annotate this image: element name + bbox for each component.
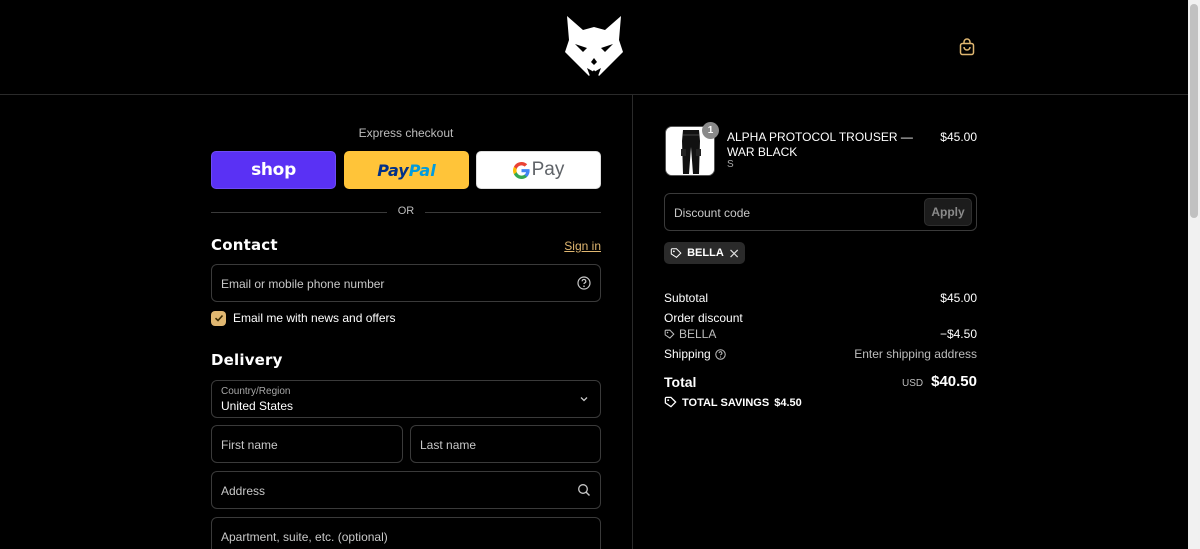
product-variant: S xyxy=(727,159,734,170)
help-icon[interactable] xyxy=(714,348,726,360)
last-name-field[interactable]: Last name xyxy=(410,425,601,463)
first-name-field[interactable]: First name xyxy=(211,425,403,463)
chevron-down-icon xyxy=(580,397,588,402)
quantity-badge: 1 xyxy=(702,122,719,139)
news-checkbox-row[interactable]: Email me with news and offers xyxy=(211,310,396,326)
apartment-field[interactable]: Apartment, suite, etc. (optional) xyxy=(211,517,601,549)
scrollbar-thumb[interactable] xyxy=(1190,4,1198,218)
sign-in-link[interactable]: Sign in xyxy=(560,239,601,253)
total-amount: $40.50 xyxy=(931,373,977,390)
contact-title: Contact xyxy=(211,236,278,254)
total-currency: USD xyxy=(902,378,924,389)
subtotal-label: Subtotal xyxy=(664,291,709,305)
or-label: OR xyxy=(397,205,415,217)
google-pay-button[interactable]: Pay xyxy=(476,151,601,189)
help-icon[interactable] xyxy=(577,276,591,290)
express-checkout-label: Express checkout xyxy=(358,126,454,140)
delivery-title: Delivery xyxy=(211,351,283,369)
shipping-row: Shipping Enter shipping address xyxy=(664,347,977,361)
country-select[interactable]: Country/Region United States xyxy=(211,380,601,418)
email-field[interactable]: Email or mobile phone number xyxy=(211,264,601,302)
tag-icon xyxy=(664,329,675,339)
apartment-placeholder: Apartment, suite, etc. (optional) xyxy=(221,530,388,544)
discount-code-field[interactable]: Discount code Apply xyxy=(664,193,977,231)
country-label: Country/Region xyxy=(221,386,291,397)
discount-placeholder: Discount code xyxy=(674,206,751,220)
shop-pay-button[interactable]: shop xyxy=(211,151,336,189)
subtotal-row: Subtotal $45.00 xyxy=(664,291,977,305)
paypal-button[interactable]: PayPal xyxy=(344,151,469,189)
product-price: $45.00 xyxy=(940,130,977,144)
last-name-placeholder: Last name xyxy=(420,438,477,452)
paypal-label: PayPal xyxy=(377,160,436,180)
product-name: ALPHA PROTOCOL TROUSER — WAR BLACK xyxy=(727,130,913,159)
search-icon xyxy=(578,484,590,496)
page-scrollbar[interactable] xyxy=(1188,0,1200,549)
column-divider xyxy=(632,95,633,549)
tag-icon xyxy=(664,396,677,408)
total-savings: TOTAL SAVINGS $4.50 xyxy=(664,396,802,409)
shopping-bag-icon[interactable] xyxy=(958,38,976,56)
first-name-placeholder: First name xyxy=(221,438,278,452)
check-icon xyxy=(214,314,223,322)
site-header xyxy=(0,0,1188,95)
applied-discount-chip: BELLA xyxy=(664,242,745,264)
country-value: United States xyxy=(221,399,294,413)
savings-label: TOTAL SAVINGS xyxy=(682,396,770,409)
order-discount-label: Order discount xyxy=(664,311,743,325)
discount-code-tag: BELLA xyxy=(664,327,977,341)
discount-code-row: BELLA −$4.50 xyxy=(664,327,977,341)
wolf-head-logo[interactable] xyxy=(563,14,625,78)
tag-icon xyxy=(670,247,682,258)
total-label: Total xyxy=(664,374,697,390)
savings-value: $4.50 xyxy=(774,396,802,409)
or-separator: OR xyxy=(211,205,601,219)
address-placeholder: Address xyxy=(221,484,266,498)
news-checkbox-label: Email me with news and offers xyxy=(233,311,396,325)
apply-button[interactable]: Apply xyxy=(924,198,972,226)
discount-value: −$4.50 xyxy=(939,327,977,341)
news-checkbox[interactable] xyxy=(211,310,226,326)
subtotal-value: $45.00 xyxy=(940,291,977,305)
order-discount-row: Order discount xyxy=(664,311,977,325)
address-field[interactable]: Address xyxy=(211,471,601,509)
applied-code-label: BELLA xyxy=(687,247,724,259)
shipping-label: Shipping xyxy=(664,347,711,361)
google-pay-label: Pay xyxy=(512,159,564,181)
shop-pay-label: shop xyxy=(251,160,296,180)
google-g-icon xyxy=(512,161,530,179)
remove-discount-icon[interactable] xyxy=(729,248,739,259)
shipping-value: Enter shipping address xyxy=(854,347,977,361)
email-placeholder: Email or mobile phone number xyxy=(221,277,385,291)
